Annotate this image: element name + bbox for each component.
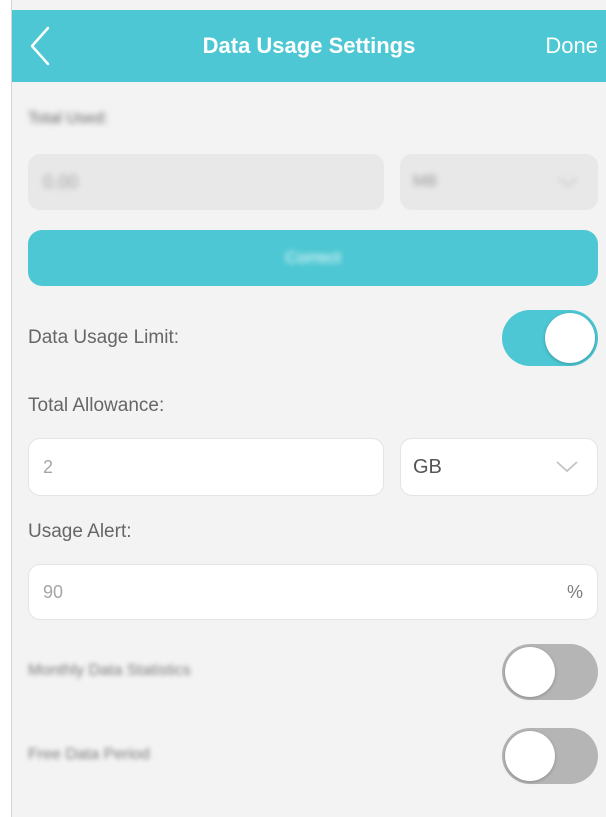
total-allowance-input[interactable]: 2: [28, 438, 384, 496]
usage-alert-label: Usage Alert:: [28, 521, 132, 542]
total-allowance-label: Total Allowance:: [28, 395, 165, 416]
screen: Data Usage Settings Done Total Used: 0.0…: [0, 0, 606, 817]
chevron-down-icon: [555, 439, 579, 495]
data-usage-limit-toggle[interactable]: [502, 310, 598, 366]
free-data-period-label: Free Data Period: [28, 746, 150, 763]
left-edge-divider: [11, 0, 12, 817]
usage-alert-input[interactable]: 90 %: [28, 564, 598, 620]
page-title: Data Usage Settings: [202, 33, 416, 58]
free-data-period-toggle[interactable]: [502, 728, 598, 784]
total-allowance-placeholder: 2: [43, 456, 54, 477]
total-allowance-unit: GB: [413, 455, 442, 478]
toggle-knob: [505, 647, 555, 697]
total-used-value: 0.00: [43, 171, 79, 192]
monthly-statistics-toggle[interactable]: [502, 644, 598, 700]
total-allowance-unit-select[interactable]: GB: [400, 438, 598, 496]
done-button[interactable]: Done: [545, 10, 598, 82]
total-used-unit-select[interactable]: MB: [400, 154, 598, 210]
total-used-input[interactable]: 0.00: [28, 154, 384, 210]
total-used-unit: MB: [413, 173, 437, 190]
percent-unit: %: [566, 581, 583, 602]
correct-button[interactable]: Correct: [28, 230, 598, 286]
toggle-knob: [545, 313, 595, 363]
chevron-down-icon: [557, 155, 579, 209]
usage-alert-placeholder: 90: [43, 581, 64, 602]
monthly-statistics-label: Monthly Data Statistics: [28, 662, 191, 679]
toggle-knob: [505, 731, 555, 781]
data-usage-limit-label: Data Usage Limit:: [28, 327, 180, 348]
correct-button-label: Correct: [285, 248, 341, 267]
header-bar: Data Usage Settings Done: [12, 10, 606, 82]
total-used-label: Total Used:: [28, 110, 109, 127]
left-edge: [0, 0, 11, 817]
